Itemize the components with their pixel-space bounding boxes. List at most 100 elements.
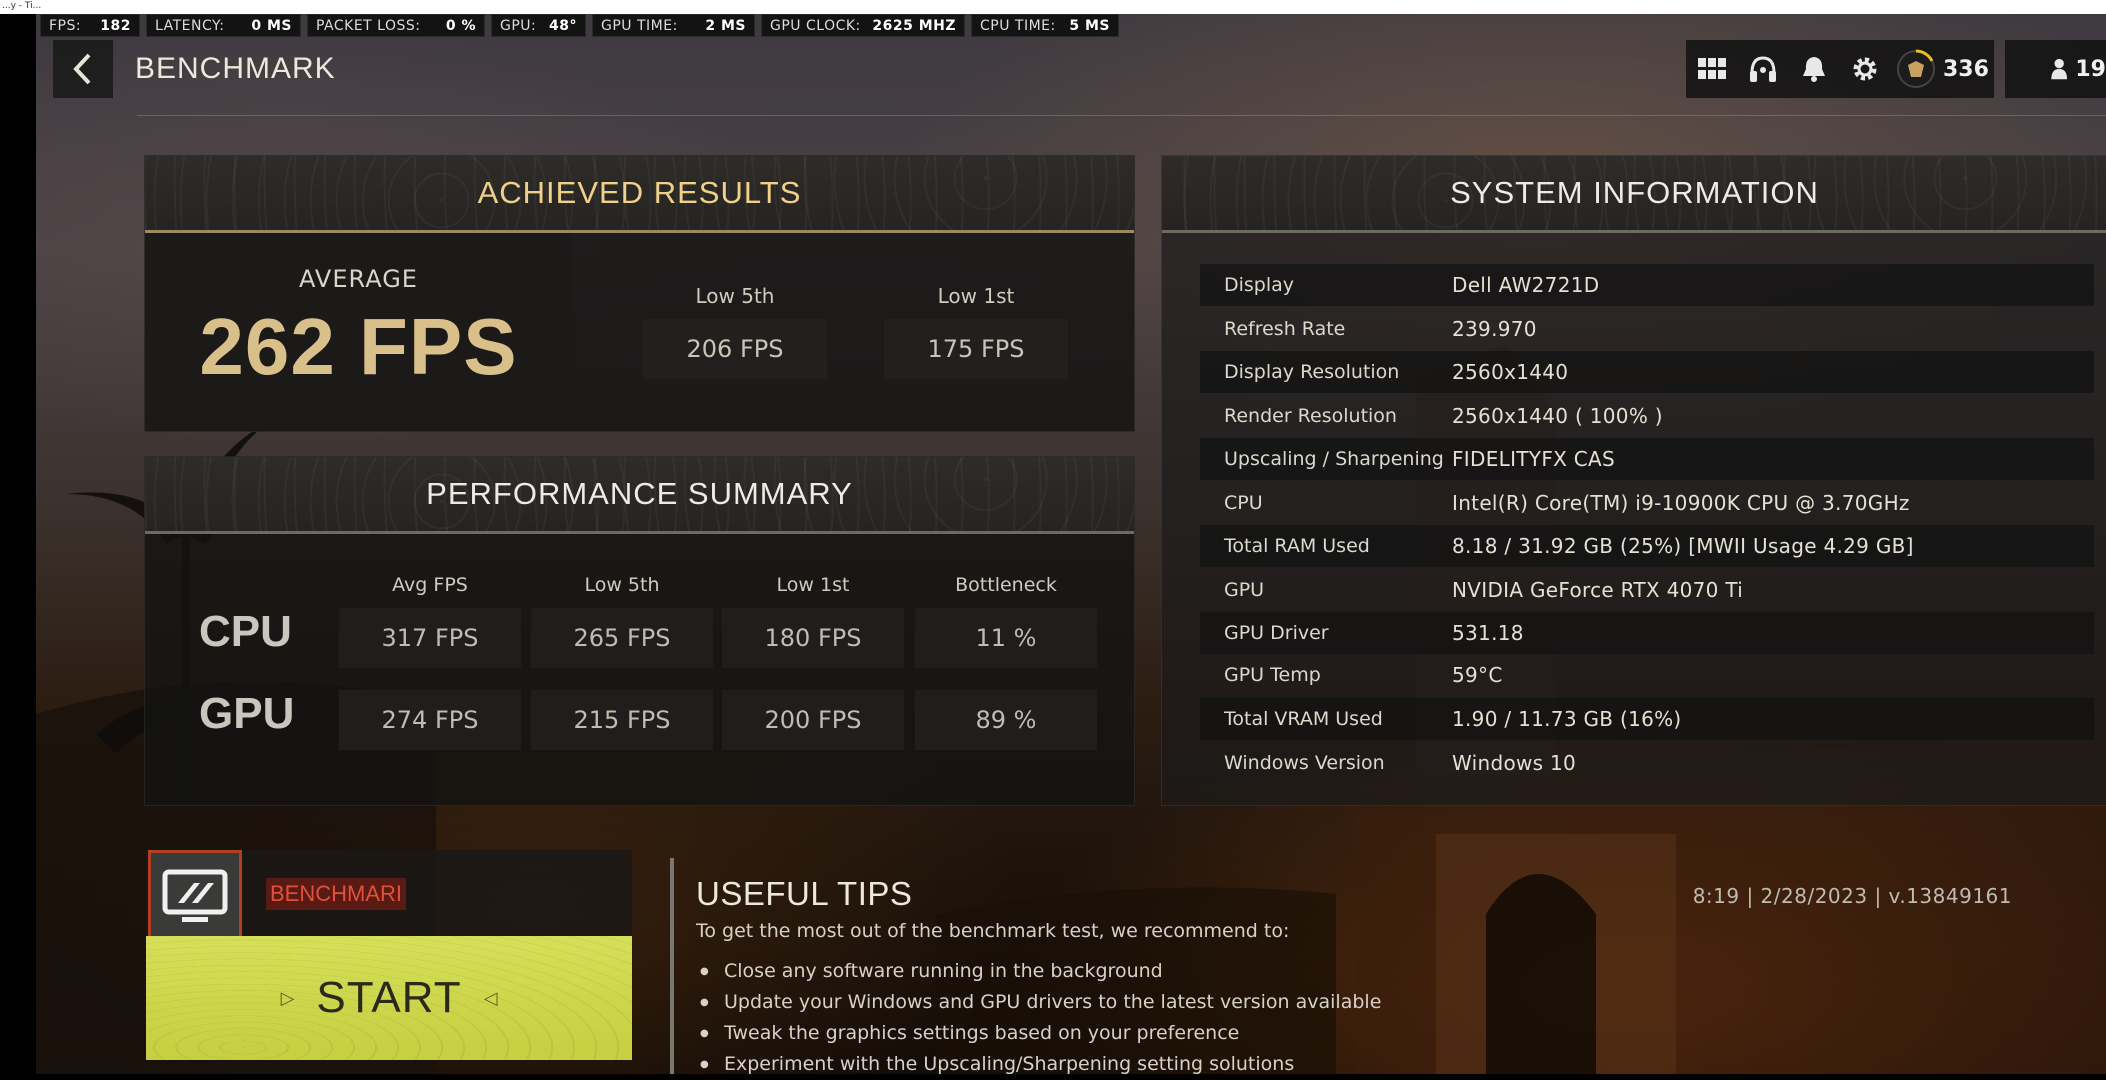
table-cell: 180 FPS bbox=[722, 608, 904, 668]
system-information-panel: SYSTEM INFORMATION Display Dell AW2721D R… bbox=[1161, 155, 2106, 806]
hud-gpu-time: GPU TIME: 2 MS bbox=[592, 14, 755, 37]
sys-row-gpu: GPU NVIDIA GeForce RTX 4070 Ti bbox=[1200, 569, 2094, 611]
performance-summary-header: PERFORMANCE SUMMARY bbox=[145, 457, 1134, 534]
performance-hud: FPS: 182 LATENCY: 0 MS PACKET LOSS: 0 % GPU… bbox=[40, 14, 1119, 37]
start-button[interactable]: ▷ START ◁ bbox=[146, 936, 632, 1060]
performance-summary-title: PERFORMANCE SUMMARY bbox=[426, 476, 853, 511]
sys-row-windows-version: Windows Version Windows 10 bbox=[1200, 742, 2094, 784]
hud-value: 182 bbox=[100, 17, 131, 34]
left-black-bar bbox=[0, 14, 36, 1074]
hud-label: LATENCY: bbox=[155, 17, 225, 34]
gear-icon bbox=[1853, 57, 1876, 81]
friends-count: 19 bbox=[2075, 56, 2106, 82]
table-cell: 215 FPS bbox=[531, 690, 713, 750]
arrow-left-icon: ◁ bbox=[483, 987, 498, 1009]
sys-row-upscaling: Upscaling / Sharpening FIDELITYFX CAS bbox=[1200, 438, 2094, 480]
sys-value: FIDELITYFX CAS bbox=[1452, 447, 1616, 471]
sys-label: Render Resolution bbox=[1224, 405, 1397, 427]
sys-value: Intel(R) Core(TM) i9-10900K CPU @ 3.70GH… bbox=[1452, 491, 1910, 515]
page-title: BENCHMARK bbox=[135, 52, 336, 85]
hud-label: CPU TIME: bbox=[980, 17, 1056, 34]
tips-accent-bar bbox=[670, 858, 674, 1074]
benchmark-mode-card: BENCHMARI ▷ START ◁ bbox=[146, 850, 632, 1060]
grid-icon bbox=[1697, 58, 1726, 79]
hud-label: FPS: bbox=[49, 17, 82, 34]
sys-label: Display Resolution bbox=[1224, 361, 1400, 383]
sys-label: Refresh Rate bbox=[1224, 318, 1346, 340]
average-label: AVERAGE bbox=[299, 265, 418, 293]
mode-tag: BENCHMARI bbox=[266, 878, 407, 910]
performance-summary-panel: PERFORMANCE SUMMARY Avg FPS Low 5th Low … bbox=[144, 456, 1135, 806]
sys-row-vram: Total VRAM Used 1.90 / 11.73 GB (16%) bbox=[1200, 698, 2094, 740]
headset-icon bbox=[1749, 56, 1776, 82]
hud-cpu-time: CPU TIME: 5 MS bbox=[971, 14, 1119, 37]
sys-row-gpu-driver: GPU Driver 531.18 bbox=[1200, 612, 2094, 654]
column-header: Avg FPS bbox=[392, 574, 468, 596]
sys-row-display-resolution: Display Resolution 2560x1440 bbox=[1200, 351, 2094, 393]
sys-label: Total RAM Used bbox=[1224, 535, 1370, 557]
sys-value: NVIDIA GeForce RTX 4070 Ti bbox=[1452, 578, 1744, 602]
friends-button[interactable]: 19 bbox=[2005, 40, 2106, 98]
hud-label: PACKET LOSS: bbox=[316, 17, 421, 34]
achieved-results-header: ACHIEVED RESULTS bbox=[145, 156, 1134, 233]
start-label: START bbox=[316, 973, 462, 1022]
sys-label: Windows Version bbox=[1224, 752, 1385, 774]
header-divider bbox=[137, 115, 2106, 116]
sys-row-display: Display Dell AW2721D bbox=[1200, 264, 2094, 306]
hud-label: GPU: bbox=[500, 17, 537, 34]
hud-gpu-clock: GPU CLOCK: 2625 MHZ bbox=[761, 14, 965, 37]
arrow-right-icon: ▷ bbox=[280, 987, 295, 1009]
player-level: 336 bbox=[1943, 56, 1989, 82]
build-info: 8:19 | 2/28/2023 | v.13849161 bbox=[1692, 884, 2012, 908]
tip-item: Experiment with the Upscaling/Sharpening… bbox=[700, 1049, 1381, 1080]
hud-gpu-temp: GPU: 48° bbox=[491, 14, 586, 37]
hud-value: 48° bbox=[549, 17, 577, 34]
achieved-results-title: ACHIEVED RESULTS bbox=[477, 175, 802, 210]
hud-fps: FPS: 182 bbox=[40, 14, 140, 37]
sys-label: GPU bbox=[1224, 579, 1265, 601]
friends-icon bbox=[2051, 58, 2068, 80]
column-header: Low 1st bbox=[776, 574, 850, 596]
hud-value: 2625 MHZ bbox=[872, 17, 956, 34]
sys-value: 2560x1440 ( 100% ) bbox=[1452, 404, 1663, 428]
table-cell: 200 FPS bbox=[722, 690, 904, 750]
table-cell: 265 FPS bbox=[531, 608, 713, 668]
tip-item: Update your Windows and GPU drivers to t… bbox=[700, 987, 1381, 1018]
achieved-results-panel: ACHIEVED RESULTS AVERAGE 262 FPS Low 5th… bbox=[144, 155, 1135, 432]
system-information-header: SYSTEM INFORMATION bbox=[1162, 156, 2106, 233]
notifications-button[interactable] bbox=[1788, 40, 1839, 98]
sys-row-ram: Total RAM Used 8.18 / 31.92 GB (25%) [MWI… bbox=[1200, 525, 2094, 567]
tips-title: USEFUL TIPS bbox=[696, 875, 913, 912]
tip-item: Close any software running in the backgr… bbox=[700, 956, 1381, 987]
row-header-gpu: GPU bbox=[199, 689, 295, 738]
sys-value: 2560x1440 bbox=[1452, 360, 1569, 384]
table-cell: 274 FPS bbox=[339, 690, 521, 750]
low5-label: Low 5th bbox=[695, 284, 775, 308]
bell-icon bbox=[1802, 57, 1825, 82]
column-header: Bottleneck bbox=[955, 574, 1057, 596]
table-cell: 89 % bbox=[915, 690, 1097, 750]
sys-label: GPU Driver bbox=[1224, 622, 1329, 644]
sys-value: 1.90 / 11.73 GB (16%) bbox=[1452, 707, 1682, 731]
sys-label: CPU bbox=[1224, 492, 1263, 514]
sys-label: Upscaling / Sharpening bbox=[1224, 448, 1444, 470]
sys-value: 8.18 / 31.92 GB (25%) [MWII Usage 4.29 G… bbox=[1452, 534, 1914, 558]
sys-label: GPU Temp bbox=[1224, 664, 1321, 686]
sys-value: Dell AW2721D bbox=[1452, 273, 1600, 297]
column-header: Low 5th bbox=[584, 574, 660, 596]
tips-list: Close any software running in the backgr… bbox=[700, 956, 1381, 1080]
social-headset-button[interactable] bbox=[1737, 40, 1788, 98]
back-button[interactable] bbox=[53, 40, 113, 98]
rank-emblem-icon bbox=[1896, 49, 1935, 88]
low5-value: 206 FPS bbox=[643, 319, 827, 379]
average-fps-box: AVERAGE 262 FPS bbox=[145, 233, 572, 431]
system-information-title: SYSTEM INFORMATION bbox=[1450, 175, 1819, 210]
hud-value: 0 MS bbox=[251, 17, 292, 34]
top-right-toolbar: 336 bbox=[1686, 40, 1994, 98]
settings-button[interactable] bbox=[1839, 40, 1890, 98]
grid-menu-button[interactable] bbox=[1686, 40, 1737, 98]
sys-label: Display bbox=[1224, 274, 1295, 296]
sys-value: 59°C bbox=[1452, 663, 1503, 687]
player-rank-button[interactable] bbox=[1890, 40, 1941, 98]
tips-intro: To get the most out of the benchmark tes… bbox=[696, 920, 1290, 942]
